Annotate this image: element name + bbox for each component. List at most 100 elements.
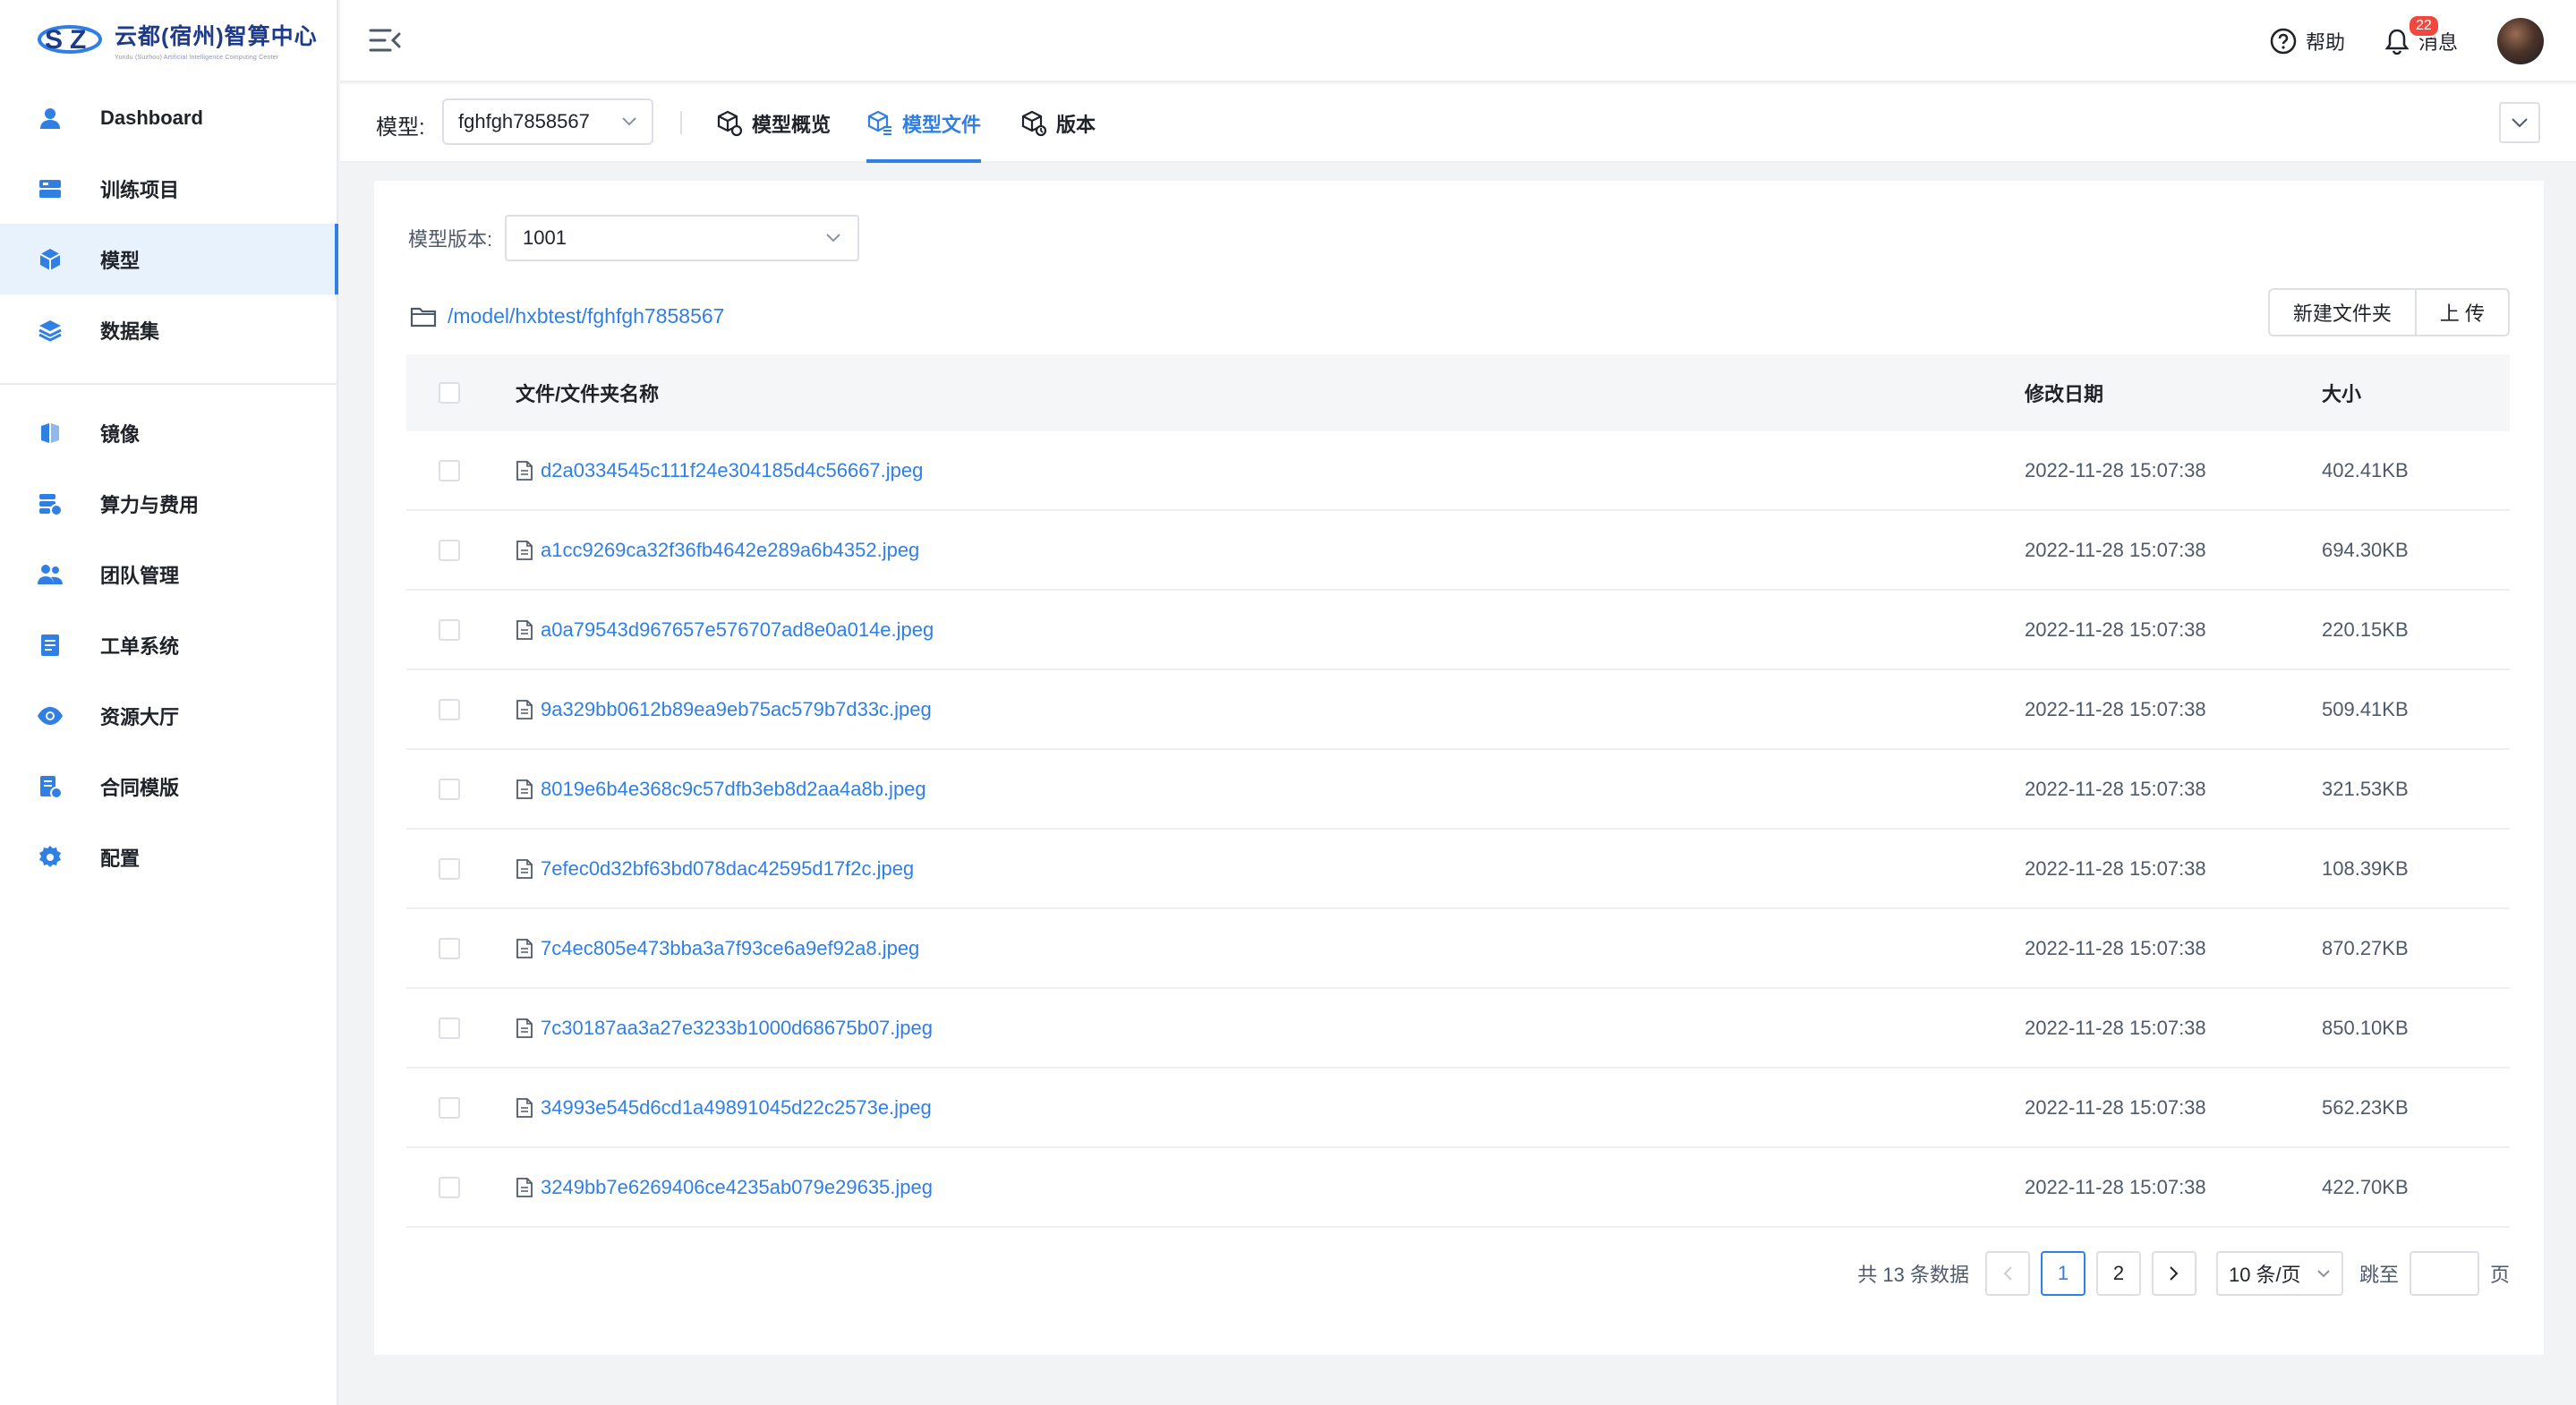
file-name-cell: a0a79543d967657e576707ad8e0a014e.jpeg [516,618,2025,642]
sidebar-item-training-projects[interactable]: 训练项目 [0,153,337,224]
file-icon [516,779,533,799]
page-1-button[interactable]: 1 [2040,1251,2086,1296]
model-select[interactable]: fghfgh7858567 [442,98,653,145]
sidebar-item-model[interactable]: 模型 [0,224,338,294]
tab-versions[interactable]: 版本 [1020,84,1096,163]
sidebar-item-label: 团队管理 [100,564,180,587]
user-icon [36,104,64,132]
file-name-link[interactable]: a1cc9269ca32f36fb4642e289a6b4352.jpeg [541,539,919,562]
file-name-link[interactable]: 34993e545d6cd1a49891045d22c2573e.jpeg [541,1096,932,1120]
file-size-cell: 509.41KB [2322,697,2409,720]
logo-text: 云都(宿州)智算中心 Yundu (Suzhou) Artificial Int… [115,19,318,61]
row-check-cell [406,937,516,959]
app-subtitle: Yundu (Suzhou) Artificial Intelligence C… [115,54,279,61]
new-folder-button[interactable]: 新建文件夹 [2267,288,2417,336]
file-name-link[interactable]: 8019e6b4e368c9c57dfb3eb8d2aa4a8b.jpeg [541,778,926,801]
sidebar-divider [0,383,337,385]
file-name-link[interactable]: 7c4ec805e473bba3a7f93ce6a9ef92a8.jpeg [541,937,919,960]
app-logo[interactable]: S Z 云都(宿州)智算中心 Yundu (Suzhou) Artificial… [0,0,337,79]
file-name-cell: d2a0334545c111f24e304185d4c56667.jpeg [516,459,2025,482]
file-name-link[interactable]: 3249bb7e6269406ce4235ab079e29635.jpeg [541,1176,933,1199]
version-select[interactable]: 1001 [505,215,859,261]
help-link[interactable]: 帮助 [2270,27,2345,55]
row-checkbox[interactable] [439,1176,460,1198]
sidebar-item-compute-cost[interactable]: 算力与费用 [0,468,337,539]
row-check-cell [406,459,516,481]
row-check-cell [406,539,516,561]
row-checkbox[interactable] [439,1096,460,1119]
file-size-cell: 870.27KB [2322,936,2409,959]
sidebar: S Z 云都(宿州)智算中心 Yundu (Suzhou) Artificial… [0,0,338,1405]
sidebar-item-label: 合同模版 [100,776,180,799]
upload-button[interactable]: 上 传 [2416,288,2510,336]
jump-page-input[interactable] [2409,1251,2479,1296]
menu-collapse-icon[interactable] [369,25,401,55]
column-header-date: 修改日期 [2025,383,2104,405]
svg-text:S: S [45,25,63,55]
messages-link[interactable]: 22 消息 [2384,14,2458,55]
table-row: a1cc9269ca32f36fb4642e289a6b4352.jpeg 202… [406,511,2510,591]
chevron-right-icon [2170,1266,2179,1281]
sidebar-item-label: 算力与费用 [100,493,200,516]
sidebar-item-images[interactable]: 镜像 [0,397,337,468]
tab-label: 版本 [1056,114,1096,136]
file-name-link[interactable]: 7efec0d32bf63bd078dac42595d17f2c.jpeg [541,857,914,881]
page-size-value: 10 条/页 [2228,1264,2301,1286]
row-check-cell [406,618,516,641]
file-icon [516,699,533,720]
row-checkbox[interactable] [439,1017,460,1039]
sidebar-item-team[interactable]: 团队管理 [0,539,337,609]
tab-separator [680,111,682,134]
model-select-value: fghfgh7858567 [458,110,590,132]
sidebar-item-dashboard[interactable]: Dashboard [0,82,337,153]
version-icon [1021,110,1047,137]
expand-button[interactable] [2499,102,2540,143]
sidebar-item-contract-templates[interactable]: 合同模版 [0,751,337,822]
prev-page-button[interactable] [1984,1251,2030,1296]
path-link[interactable]: /model/hxbtest/fghfgh7858567 [448,304,724,328]
page-size-select[interactable]: 10 条/页 [2215,1251,2343,1296]
file-icon [516,1018,533,1038]
sidebar-item-tickets[interactable]: 工单系统 [0,609,337,680]
sidebar-item-resource-hall[interactable]: 资源大厅 [0,680,337,751]
sidebar-item-settings[interactable]: 配置 [0,822,337,892]
sidebar-item-label: 模型 [100,249,141,272]
page-2-button[interactable]: 2 [2095,1251,2141,1296]
row-checkbox[interactable] [439,857,460,880]
row-checkbox[interactable] [439,698,460,720]
modified-date-cell: 2022-11-28 15:07:38 [2025,856,2206,880]
row-checkbox[interactable] [439,937,460,959]
ticket-icon [36,631,64,660]
file-name-cell: 7c30187aa3a27e3233b1000d68675b07.jpeg [516,1017,2025,1040]
file-name-cell: 7efec0d32bf63bd078dac42595d17f2c.jpeg [516,857,2025,881]
table-row: d2a0334545c111f24e304185d4c56667.jpeg 202… [406,431,2510,511]
next-page-button[interactable] [2151,1251,2196,1296]
row-check-cell [406,1096,516,1119]
row-checkbox[interactable] [439,539,460,561]
team-icon [36,560,64,589]
sidebar-item-label: 训练项目 [100,178,180,201]
version-label: 模型版本: [408,228,493,251]
modified-date-cell: 2022-11-28 15:07:38 [2025,697,2206,720]
tab-model-overview[interactable]: 模型概览 [716,84,831,163]
file-name-link[interactable]: d2a0334545c111f24e304185d4c56667.jpeg [541,459,923,482]
file-size-cell: 422.70KB [2322,1175,2409,1198]
file-name-link[interactable]: 9a329bb0612b89ea9eb75ac579b7d33c.jpeg [541,698,932,721]
sidebar-item-label: 工单系统 [100,634,180,658]
row-checkbox[interactable] [439,459,460,481]
file-icon [516,938,533,958]
row-checkbox[interactable] [439,778,460,800]
row-checkbox[interactable] [439,618,460,641]
file-name-link[interactable]: a0a79543d967657e576707ad8e0a014e.jpeg [541,618,934,642]
tab-model-files[interactable]: 模型文件 [866,84,982,163]
total-count: 共 13 条数据 [1857,1264,1969,1286]
select-all-checkbox[interactable] [439,382,460,404]
sidebar-item-label: 资源大厅 [100,705,180,728]
modified-date-cell: 2022-11-28 15:07:38 [2025,458,2206,481]
cube-icon [36,245,64,274]
file-actions: 新建文件夹 上 传 [2267,288,2510,336]
chevron-down-icon [2512,118,2528,128]
sidebar-item-datasets[interactable]: 数据集 [0,294,337,365]
user-avatar[interactable] [2497,18,2544,64]
file-name-link[interactable]: 7c30187aa3a27e3233b1000d68675b07.jpeg [541,1017,933,1040]
